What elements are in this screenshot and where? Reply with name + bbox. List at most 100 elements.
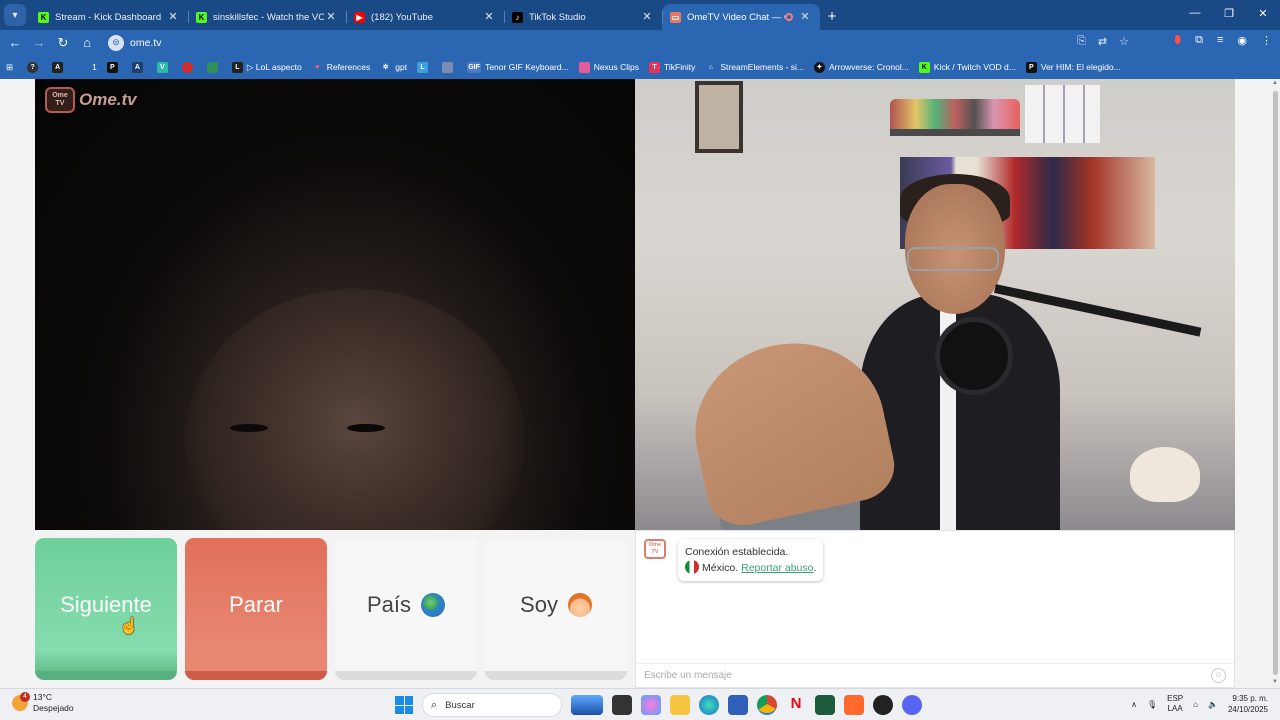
tab-tiktok-studio[interactable]: ♪ TikTok Studio ✕ [504,4,662,30]
next-button[interactable]: Siguiente [35,538,177,680]
bookmark-5[interactable]: V [156,61,172,73]
discord-icon[interactable] [902,695,922,715]
temperature: 13°C [33,692,52,702]
translate-icon[interactable]: ⇄ [1098,35,1107,48]
bookmark-0[interactable]: ? [27,61,42,73]
bookmark-11[interactable]: L [417,61,432,73]
taskbar-search[interactable]: ⌕ Buscar [422,693,562,717]
bookmark-1[interactable]: A [52,61,67,73]
streamelements-icon: ⌂ [708,63,713,71]
gender-button[interactable]: Soy [485,538,627,680]
obs-icon[interactable] [873,695,893,715]
nexus-icon [578,61,590,73]
cast-icon[interactable]: ⎘ [1077,35,1086,48]
back-icon[interactable]: ← [3,32,27,54]
close-icon[interactable]: ✕ [324,10,338,24]
scroll-down-icon[interactable]: ▼ [1271,679,1279,687]
country-name: México. [702,562,739,574]
country-button[interactable]: País [335,538,477,680]
new-tab-icon[interactable]: + [820,4,844,30]
bookmark-3[interactable]: P [106,61,122,73]
bookmark-4[interactable]: A [131,61,147,73]
scroll-up-icon[interactable]: ▲ [1271,80,1279,88]
chrome-icon[interactable] [757,695,777,715]
wall-shelf [890,129,1020,136]
close-window-icon[interactable]: ✕ [1246,0,1280,26]
minimize-icon[interactable]: — [1178,0,1212,26]
tab-kick-dashboard[interactable]: K Stream - Kick Dashboard ✕ [30,4,188,30]
restore-icon[interactable]: ❐ [1212,0,1246,26]
crunchyroll-icon[interactable] [844,695,864,715]
bookmark-17[interactable]: ✦ Arrowverse: Cronol... [813,61,909,73]
task-view-icon[interactable] [612,695,632,715]
bookmark-13[interactable]: GIF Tenor GIF Keyboard... [467,61,569,73]
tab-youtube[interactable]: ▶ (182) YouTube ✕ [346,4,504,30]
windows-start-icon[interactable] [395,696,413,714]
bookmark-12[interactable] [442,61,457,73]
report-abuse-link[interactable]: Reportar abuso [741,562,813,574]
message-input[interactable]: Escribe un mensaje ☺ [636,663,1234,687]
extension-record-icon[interactable]: ⬮ [1174,34,1181,47]
tab-title: sinskillsfec - Watch the VOD on [213,11,324,23]
media-icon[interactable]: ≡ [1217,34,1223,47]
close-icon[interactable]: ✕ [798,10,812,24]
page-scrollbar[interactable]: ▲ ▼ [1270,79,1280,688]
netflix-icon[interactable]: N [786,695,806,715]
stranger-video [35,79,635,530]
bookmark-label: ▷ LoL aspecto [246,61,302,72]
weather-widget[interactable]: 4 13°C Despejado [12,692,74,714]
close-icon[interactable]: ✕ [482,10,496,24]
arrow-icon: ✦ [813,61,825,73]
bookmark-8[interactable]: L ▷ LoL aspecto [231,61,302,73]
file-explorer-icon[interactable] [670,695,690,715]
time: 9:35 p. m. [1232,694,1268,703]
widget-image-icon[interactable] [571,695,603,715]
stop-button[interactable]: Parar [185,538,327,680]
site-info-icon[interactable]: ⊜ [108,34,124,51]
l-icon: L [417,61,429,73]
url-text[interactable]: ome.tv [130,37,162,49]
menu-icon[interactable]: ⋮ [1261,34,1272,47]
close-icon[interactable]: ✕ [640,10,654,24]
bookmark-7[interactable] [206,61,222,73]
p-icon: P [1025,61,1037,73]
close-icon[interactable]: ✕ [166,10,180,24]
emoji-icon[interactable]: ☺ [1211,668,1226,683]
store-icon[interactable] [728,695,748,715]
copilot-icon[interactable] [641,695,661,715]
bookmark-15[interactable]: T TikFinity [649,61,695,73]
tray-chevron-icon[interactable]: ∧ [1131,700,1137,709]
tiktok-icon: ♪ [512,11,523,23]
volume-icon[interactable]: 🔈 [1208,700,1218,709]
tab-kick-vod[interactable]: K sinskillsfec - Watch the VOD on ✕ [188,4,346,30]
edge-icon[interactable] [699,695,719,715]
forward-icon[interactable]: → [27,32,51,54]
gender-label: Soy [520,591,558,617]
address-bar[interactable]: ⊜ ome.tv ⎘ ⇄ ☆ [104,32,1139,53]
apps-icon[interactable]: ⊞ [6,62,13,73]
microphone-icon[interactable]: 🎙 [1147,700,1157,709]
capcut-icon[interactable] [815,695,835,715]
bookmark-2[interactable]: 1 [77,61,97,73]
date: 24/10/2025 [1227,705,1268,714]
bookmark-19[interactable]: P Ver HIM: El elegido... [1025,61,1121,73]
home-icon[interactable]: ⌂ [75,32,99,54]
tab-search-icon[interactable]: ▾ [4,4,26,26]
profile-avatar-icon[interactable]: ◉ [1237,34,1247,47]
language-indicator[interactable]: ESP LAA [1167,694,1183,714]
extensions-icon[interactable]: ⧉ [1195,34,1203,47]
tab-ometv[interactable]: ▭ OmeTV Video Chat — Ome ✕ [662,4,820,30]
clock[interactable]: 9:35 p. m. 24/10/2025 [1228,693,1268,715]
bookmark-10[interactable]: ✲ gpt [380,62,407,73]
bookmark-18[interactable]: K Kick / Twitch VOD d... [918,61,1016,73]
reload-icon[interactable]: ↻ [51,32,75,54]
star-icon[interactable]: ☆ [1119,35,1129,48]
bookmark-16[interactable]: ⌂ StreamElements - si... [705,62,804,73]
kick-icon: K [196,11,207,23]
bookmark-14[interactable]: Nexus Clips [578,61,639,73]
bookmark-6[interactable] [181,61,197,73]
network-icon[interactable]: ⌂ [1193,700,1198,709]
scroll-thumb[interactable] [1273,91,1278,675]
bookmark-9[interactable]: ♥ References [312,62,370,73]
windows-taskbar: 4 13°C Despejado ⌕ Buscar N ∧ 🎙 ESP LAA [0,688,1280,720]
